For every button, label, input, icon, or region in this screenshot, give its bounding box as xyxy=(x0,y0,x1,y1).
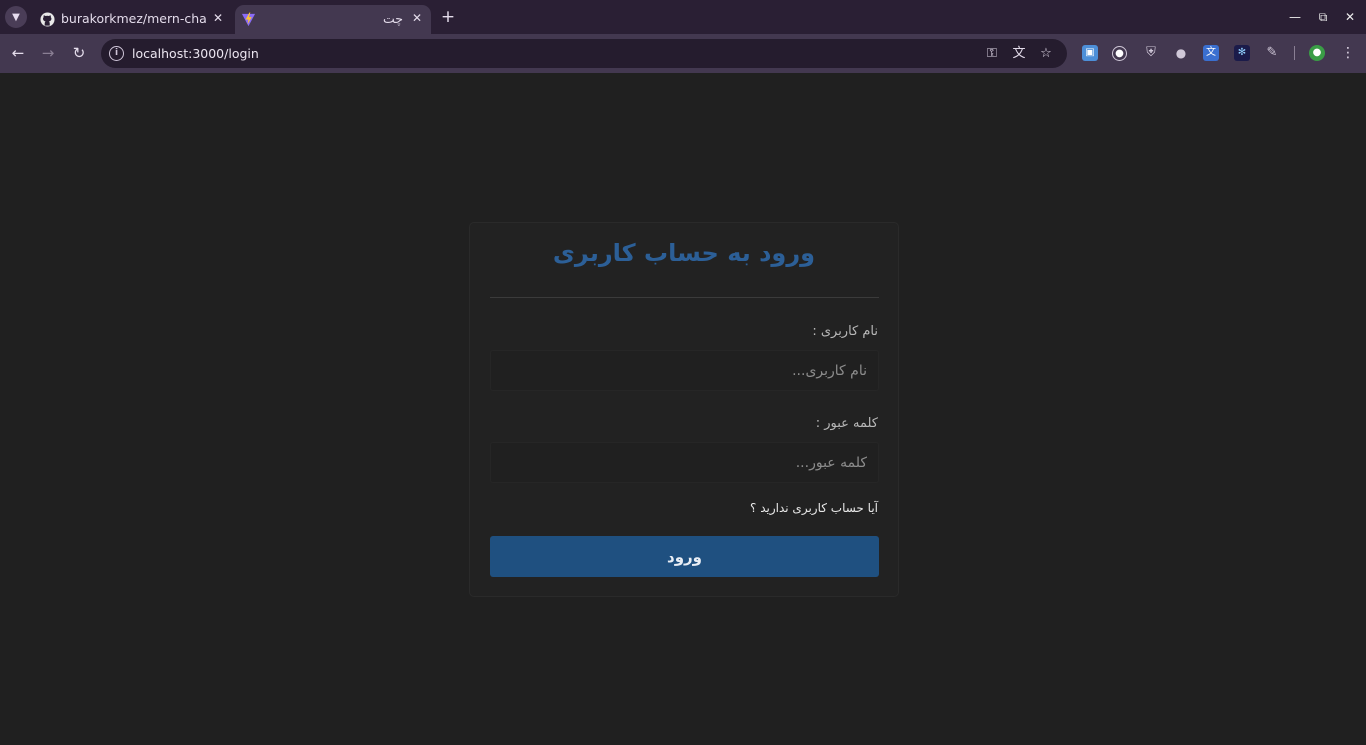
extensions-puzzle-icon[interactable]: ✎ xyxy=(1264,45,1280,61)
react-devtools-icon[interactable]: ✻ xyxy=(1234,45,1250,61)
site-info-icon[interactable]: i xyxy=(109,46,124,61)
reload-icon: ↻ xyxy=(72,44,86,62)
login-button[interactable]: ورود xyxy=(490,536,879,577)
close-window-button[interactable]: ✕ xyxy=(1340,8,1360,26)
password-label: کلمه عبور : xyxy=(815,416,878,431)
new-tab-button[interactable]: + xyxy=(438,6,458,28)
tab-title: چت xyxy=(382,11,403,26)
tab-chat[interactable]: چت ✕ xyxy=(235,5,431,34)
divider xyxy=(490,297,879,298)
tab-strip: ▼ burakorkmez/mern-chat ✕ چت ✕ + — ⧉ ✕ xyxy=(0,0,1366,34)
target-extension-icon[interactable]: ● xyxy=(1112,46,1127,61)
password-input[interactable] xyxy=(490,442,879,483)
arrow-right-icon: → xyxy=(41,44,55,62)
close-icon: ✕ xyxy=(1344,10,1356,24)
page-title: ورود به حساب کاربری xyxy=(552,239,816,267)
github-icon xyxy=(40,12,55,27)
star-icon[interactable]: ☆ xyxy=(1037,45,1055,63)
restore-icon: ⧉ xyxy=(1318,10,1328,24)
plus-icon: + xyxy=(440,7,456,27)
tab-title: burakorkmez/mern-chat xyxy=(61,11,206,26)
minimize-button[interactable]: — xyxy=(1285,8,1305,26)
url-text: localhost:3000/login xyxy=(132,46,259,61)
close-icon[interactable]: ✕ xyxy=(412,11,422,25)
camera-icon[interactable]: ● xyxy=(1173,45,1189,61)
toolbar-divider xyxy=(1294,46,1295,60)
shield-icon[interactable]: ⛨ xyxy=(1143,45,1159,61)
tab-search-button[interactable]: ▼ xyxy=(5,6,27,28)
signup-link[interactable]: آیا حساب کاربری ندارید ؟ xyxy=(750,501,878,515)
login-card: ورود به حساب کاربری نام کاربری : کلمه عب… xyxy=(469,222,899,597)
chevron-down-icon: ▼ xyxy=(12,11,20,23)
avatar[interactable]: ● xyxy=(1309,45,1325,61)
key-icon[interactable]: ⚿ xyxy=(983,45,1001,63)
reload-button[interactable]: ↻ xyxy=(69,43,89,63)
translate-icon[interactable]: 文 xyxy=(1010,45,1028,63)
close-icon[interactable]: ✕ xyxy=(213,11,223,25)
translate-extension-icon[interactable]: 文 xyxy=(1203,45,1219,61)
vite-icon xyxy=(241,12,256,27)
back-button[interactable]: ← xyxy=(8,43,28,63)
address-bar[interactable]: i localhost:3000/login ⚿ 文 ☆ xyxy=(101,39,1067,68)
browser-toolbar: ← → ↻ i localhost:3000/login ⚿ 文 ☆ xyxy=(0,34,1366,73)
minimize-icon: — xyxy=(1289,10,1301,24)
menu-kebab-icon[interactable]: ⋮ xyxy=(1340,45,1356,61)
screen-recorder-extension-icon[interactable]: ▣ xyxy=(1082,45,1098,61)
arrow-left-icon: ← xyxy=(11,44,25,62)
username-label: نام کاربری : xyxy=(812,324,878,339)
restore-button[interactable]: ⧉ xyxy=(1313,8,1333,26)
tab-github[interactable]: burakorkmez/mern-chat ✕ xyxy=(34,5,232,34)
username-input[interactable] xyxy=(490,350,879,391)
forward-button[interactable]: → xyxy=(38,43,58,63)
